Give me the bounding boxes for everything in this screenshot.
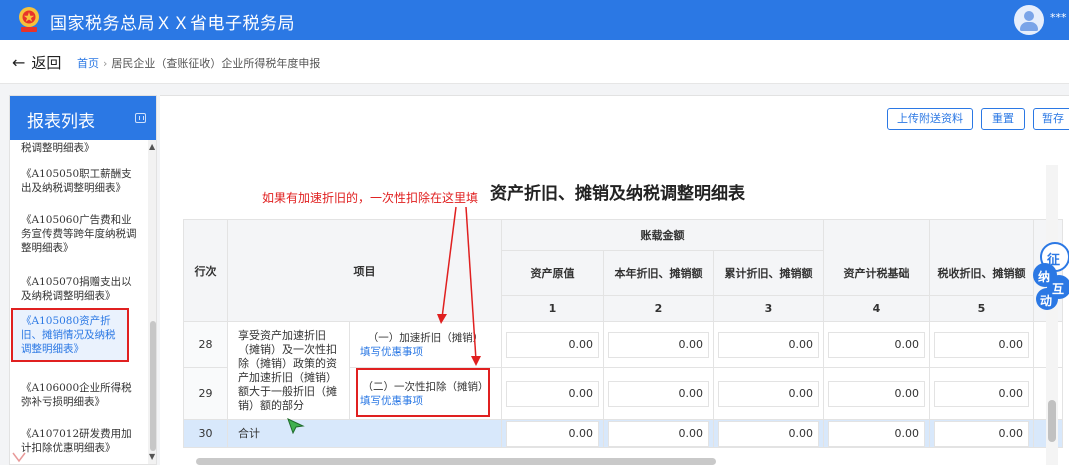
sidebar-item-a106000[interactable]: 《A106000企业所得税弥补亏损明细表》 xyxy=(10,381,148,409)
value-input[interactable]: 0.00 xyxy=(506,380,599,407)
helper-char: 征 xyxy=(1047,253,1061,268)
breadcrumb-separator: › xyxy=(103,57,108,70)
mouse-cursor-icon xyxy=(287,418,305,434)
row-number: 28 xyxy=(183,321,228,368)
save-draft-button[interactable]: 暂存 xyxy=(1033,108,1069,130)
header-book-amount: 账载金额 xyxy=(501,219,824,251)
header-c2: 本年折旧、摊销额 xyxy=(603,250,714,296)
back-button[interactable]: ← 返回 xyxy=(12,52,61,73)
brand-watermark-icon xyxy=(12,452,26,463)
tax-emblem-icon xyxy=(19,7,39,32)
sidebar-item-a107012[interactable]: 《A107012研发费用加计扣除优惠明细表》 xyxy=(10,427,148,455)
value-input[interactable]: 0.00 xyxy=(506,420,599,447)
page-title: 资产折旧、摊销及纳税调整明细表 xyxy=(490,184,745,204)
back-label: 返回 xyxy=(31,54,62,72)
row-number: 29 xyxy=(183,367,228,420)
main-scroll-thumb[interactable] xyxy=(1048,400,1056,442)
sidebar-item-a105040[interactable]: 税调整明细表》 xyxy=(10,141,148,155)
table-row-total: 30 合计 0.00 0.00 0.00 0.00 0.00 xyxy=(183,419,1063,448)
annotation-highlight-box xyxy=(356,368,490,417)
breadcrumb-current: 居民企业（查账征收）企业所得税年度申报 xyxy=(111,57,321,70)
header-c1: 资产原值 xyxy=(501,250,604,296)
breadcrumb: 首页 › 居民企业（查账征收）企业所得税年度申报 xyxy=(77,55,320,71)
upload-attachment-button[interactable]: 上传附送资料 xyxy=(887,108,973,130)
row-number: 30 xyxy=(183,419,228,448)
sidebar-scrollbar[interactable]: ▲ ▼ xyxy=(148,140,156,464)
user-avatar-icon[interactable] xyxy=(1014,5,1044,35)
helper-char: 纳 xyxy=(1038,270,1051,284)
row-subitem-label: （一）加速折旧（摊销） xyxy=(367,331,484,344)
sidebar-header: 报表列表 xyxy=(10,96,156,140)
sidebar-collapse-icon[interactable] xyxy=(135,113,146,123)
table-row: 28 享受资产加速折旧（摊销）及一次性扣除（摊销）政策的资产加速折旧（摊销）额大… xyxy=(183,321,1063,420)
header-n3: 3 xyxy=(713,295,824,322)
header-c3: 累计折旧、摊销额 xyxy=(713,250,824,296)
row-subitem: （一）加速折旧（摊销） 填写优惠事项 xyxy=(349,321,502,368)
header-c5: 税收折旧、摊销额 xyxy=(929,250,1034,296)
header-n5: 5 xyxy=(929,295,1034,322)
scroll-down-icon[interactable]: ▼ xyxy=(149,452,155,461)
sidebar-scroll-thumb[interactable] xyxy=(150,321,156,451)
header-blank-a xyxy=(823,219,930,251)
sidebar-title: 报表列表 xyxy=(27,112,95,132)
back-arrow-icon: ← xyxy=(12,53,26,72)
value-input[interactable]: 0.00 xyxy=(718,380,819,407)
sidebar-item-a105070[interactable]: 《A105070捐赠支出以及纳税调整明细表》 xyxy=(10,275,148,303)
sidebar-item-a105060[interactable]: 《A105060广告费和业务宣传费等跨年度纳税调整明细表》 xyxy=(10,213,148,255)
header-n4: 4 xyxy=(823,295,930,322)
value-input[interactable]: 0.00 xyxy=(934,380,1029,407)
group-label: 享受资产加速折旧（摊销）及一次性扣除（摊销）政策的资产加速折旧（摊销）额大于一般… xyxy=(227,321,350,420)
interaction-helper-widget[interactable]: 征 纳 互 动 xyxy=(1033,235,1069,315)
value-input[interactable]: 0.00 xyxy=(608,380,709,407)
scroll-up-icon[interactable]: ▲ xyxy=(149,142,155,151)
total-label: 合计 xyxy=(227,419,502,448)
header-item: 项目 xyxy=(227,219,502,322)
reset-button[interactable]: 重置 xyxy=(981,108,1025,130)
value-input[interactable]: 0.00 xyxy=(934,420,1029,447)
depreciation-table: 行次 项目 账载金额 资产原值 本年折旧、摊销额 累计折旧、摊销额 资产计税基础… xyxy=(183,219,1063,448)
header-row-no: 行次 xyxy=(183,219,228,322)
value-input[interactable]: 0.00 xyxy=(506,331,599,358)
user-name[interactable]: *** xyxy=(1050,11,1067,24)
header-blank-b xyxy=(929,219,1034,251)
value-input[interactable]: 0.00 xyxy=(718,331,819,358)
value-input[interactable]: 0.00 xyxy=(934,331,1029,358)
header-c4: 资产计税基础 xyxy=(823,250,930,296)
sidebar-item-a105050[interactable]: 《A105050职工薪酬支出及纳税调整明细表》 xyxy=(10,167,148,195)
value-input[interactable]: 0.00 xyxy=(828,420,925,447)
value-input[interactable]: 0.00 xyxy=(608,331,709,358)
header-n2: 2 xyxy=(603,295,714,322)
helper-char: 互 xyxy=(1052,282,1065,296)
annotation-note: 如果有加速折旧的，一次性扣除在这里填 xyxy=(262,191,479,205)
value-input[interactable]: 0.00 xyxy=(718,420,819,447)
sidebar-item-a105080[interactable]: 《A105080资产折旧、摊销情况及纳税调整明细表》 xyxy=(11,308,129,362)
report-list-sidebar: 报表列表 税调整明细表》 《A105050职工薪酬支出及纳税调整明细表》 《A1… xyxy=(9,95,157,465)
horizontal-scrollbar[interactable] xyxy=(196,458,716,465)
site-title: 国家税务总局ＸＸ省电子税务局 xyxy=(50,14,295,34)
value-input[interactable]: 0.00 xyxy=(828,380,925,407)
helper-char: 动 xyxy=(1040,294,1053,308)
value-input[interactable]: 0.00 xyxy=(828,331,925,358)
header-n1: 1 xyxy=(501,295,604,322)
breadcrumb-bar: ← 返回 首页 › 居民企业（查账征收）企业所得税年度申报 xyxy=(0,40,1069,84)
top-header: 国家税务总局ＸＸ省电子税务局 *** xyxy=(0,0,1069,40)
value-input[interactable]: 0.00 xyxy=(608,420,709,447)
breadcrumb-home[interactable]: 首页 xyxy=(77,57,99,70)
fill-preference-link[interactable]: 填写优惠事项 xyxy=(360,345,491,359)
